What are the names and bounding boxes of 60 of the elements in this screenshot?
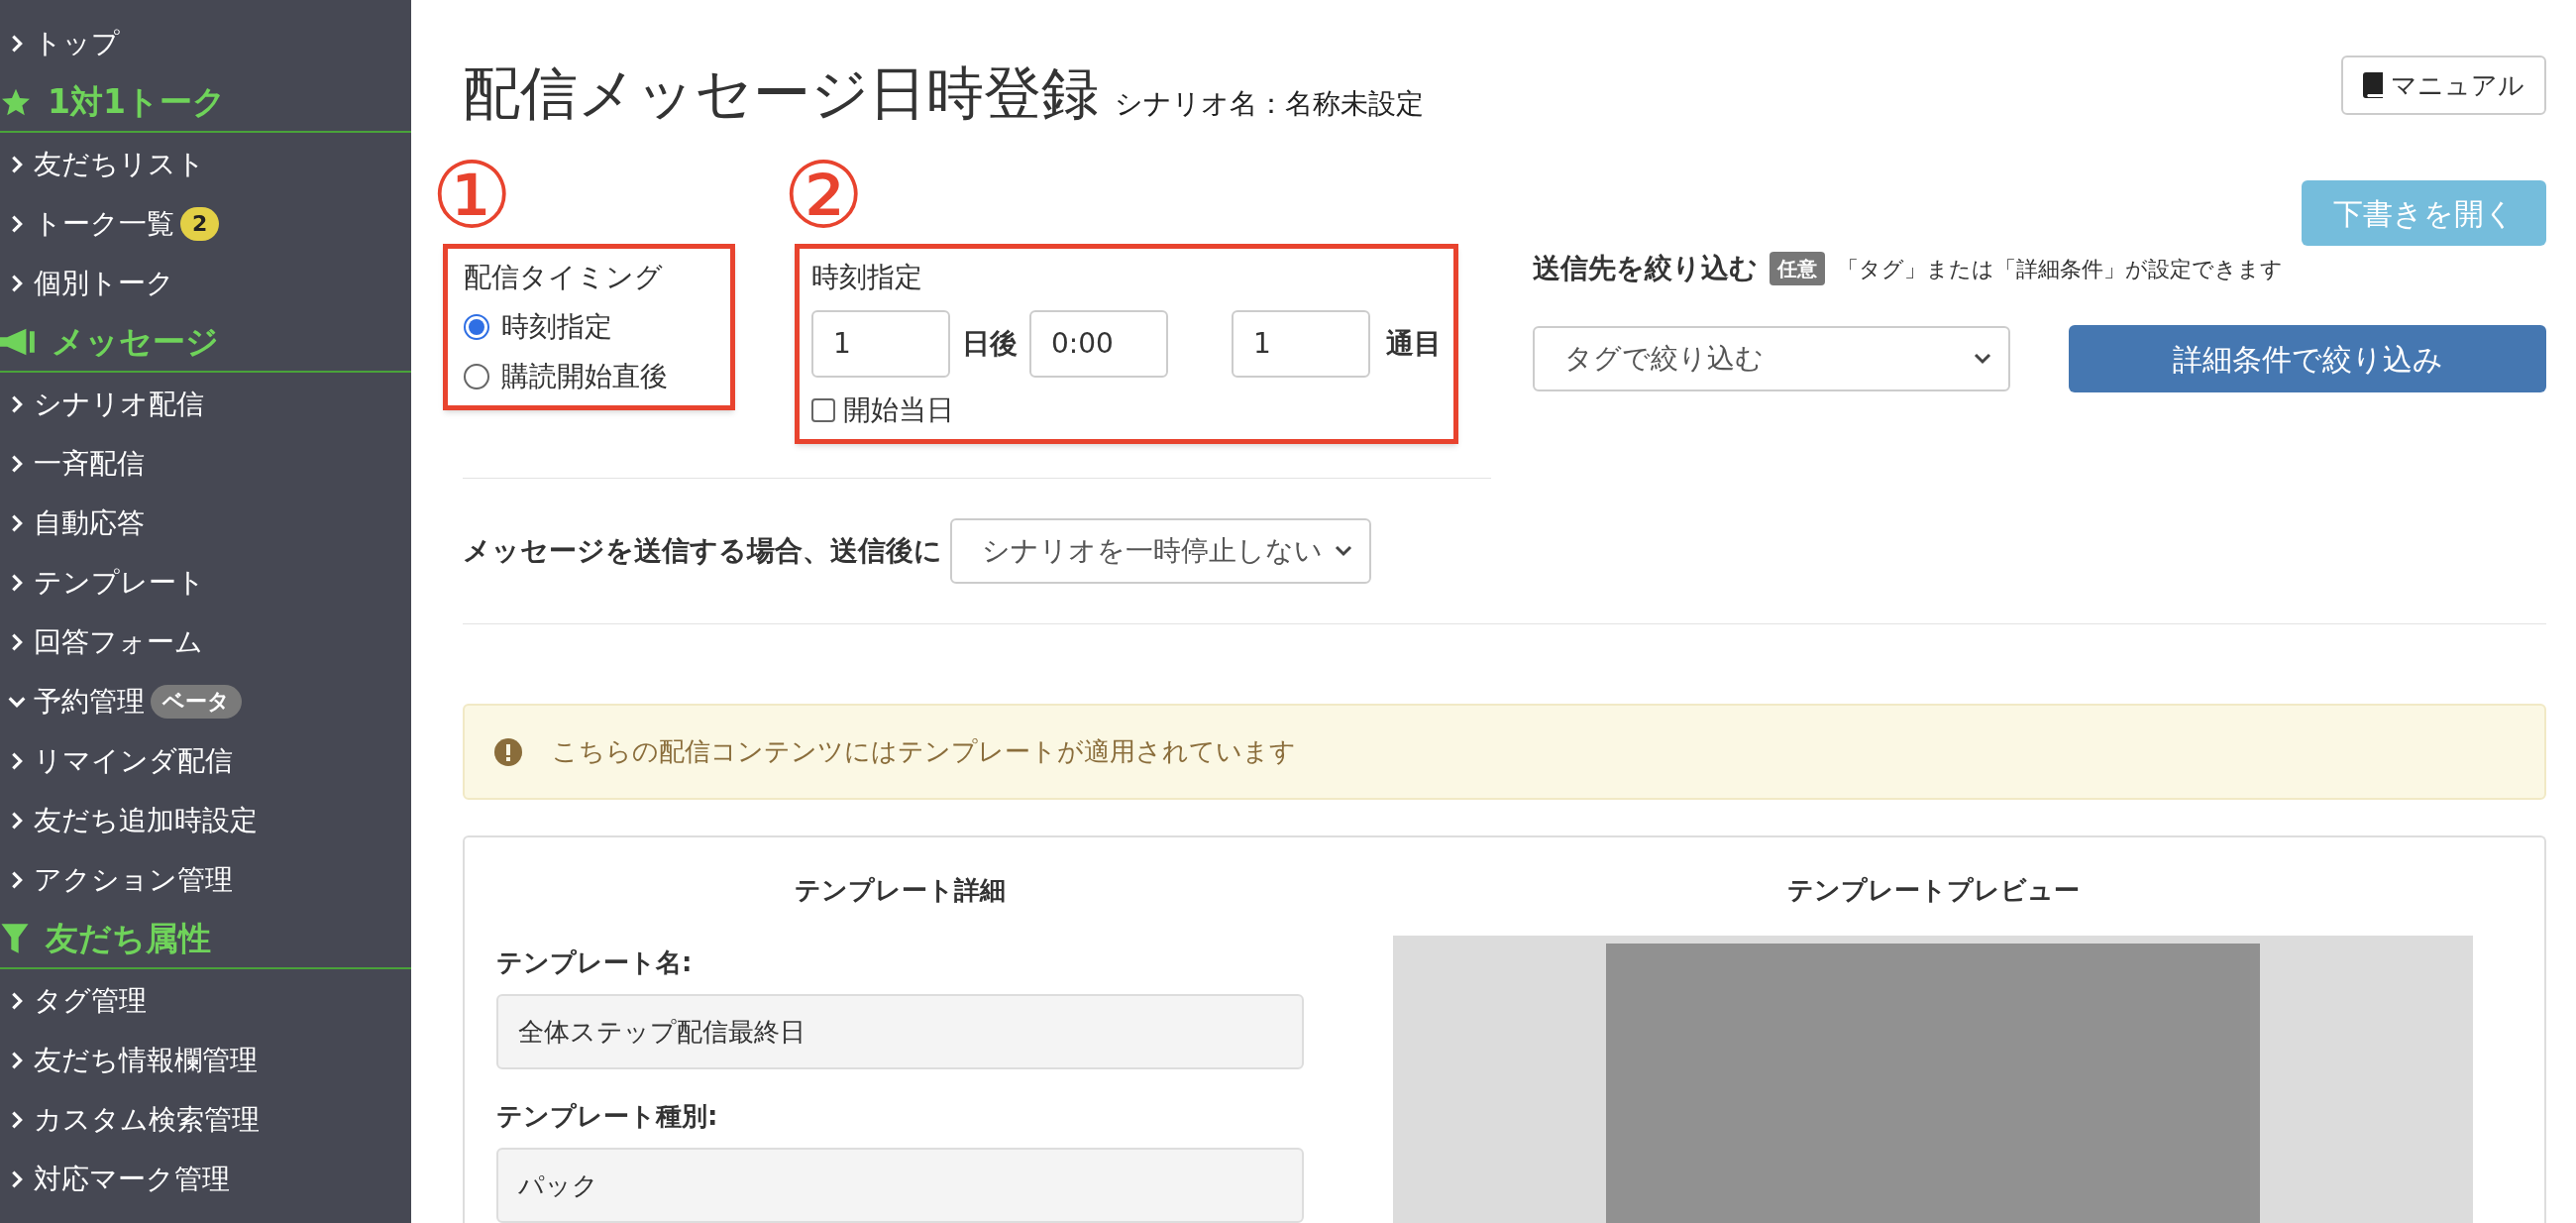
checkbox[interactable] xyxy=(811,398,835,422)
time-field[interactable]: 0:00 xyxy=(1029,310,1168,378)
detail-filter-button[interactable]: 詳細条件で絞り込み xyxy=(2069,325,2546,392)
radio-option[interactable]: 購読開始直後 xyxy=(464,356,714,397)
annotation-number: ② xyxy=(783,149,866,244)
sidebar-item[interactable]: トーク一覧 xyxy=(34,203,174,245)
radio-option[interactable]: 時刻指定 xyxy=(464,306,714,348)
sidebar-item[interactable]: 個別トーク xyxy=(34,263,174,304)
megaphone-icon xyxy=(0,327,36,357)
unit-label: 通目 xyxy=(1386,326,1442,362)
sidebar-item[interactable]: カスタム検索管理 xyxy=(34,1099,260,1141)
sidebar-item[interactable]: タグ管理 xyxy=(34,980,147,1022)
alert-text: こちらの配信コンテンツにはテンプレートが適用されています xyxy=(552,735,1296,768)
sidebar-item[interactable]: 対応マーク管理 xyxy=(34,1159,230,1200)
after-send-select[interactable]: シナリオを一時停止しない xyxy=(950,518,1371,584)
sidebar-item[interactable]: 友だちリスト xyxy=(34,144,205,185)
chevron-down-icon xyxy=(1973,352,1992,366)
unit-label: 日後 xyxy=(962,326,1018,362)
field-label: 送信先を絞り込む xyxy=(1533,251,1758,286)
sidebar-item[interactable]: アクション管理 xyxy=(34,859,233,901)
sidebar-item[interactable]: 回答フォーム xyxy=(34,621,203,663)
sidebar-item[interactable]: 自動応答 xyxy=(34,502,145,544)
tag-filter-select[interactable]: タグで絞り込む xyxy=(1533,326,2010,391)
sidebar-section-heading: 1対1トーク xyxy=(48,81,226,124)
field-label: 配信タイミング xyxy=(464,260,664,295)
sidebar-item[interactable]: トップ xyxy=(34,23,120,64)
sidebar-item[interactable]: リマインダ配信 xyxy=(34,740,233,782)
chevron-down-icon xyxy=(1334,544,1353,558)
sidebar-item[interactable]: 一斉配信 xyxy=(34,443,145,485)
page-title: 配信メッセージ日時登録 xyxy=(463,58,1099,129)
readonly-field: パック xyxy=(496,1148,1304,1223)
sidebar-item[interactable]: 友だち追加時設定 xyxy=(34,800,258,841)
days-field[interactable]: 1 xyxy=(811,310,950,378)
filter-icon xyxy=(0,923,30,954)
field-label: メッセージを送信する場合、送信後に xyxy=(463,533,942,569)
sidebar-item[interactable]: 友だち情報欄管理 xyxy=(34,1040,258,1081)
manual-button[interactable]: マニュアル xyxy=(2341,56,2546,115)
book-icon xyxy=(2363,72,2383,98)
sidebar-section-heading: 友だち属性 xyxy=(46,918,211,960)
sidebar-item[interactable]: テンプレート xyxy=(34,562,205,604)
radio-button[interactable] xyxy=(464,314,489,340)
sidebar-badge: ベータ xyxy=(151,685,242,719)
field-label: テンプレート名: xyxy=(496,946,694,979)
checkbox-option[interactable]: 開始当日 xyxy=(811,389,1442,431)
filter-hint: 「タグ」または「詳細条件」が設定できます xyxy=(1837,255,2283,283)
section-heading: テンプレート詳細 xyxy=(795,874,1006,907)
section-heading: テンプレートプレビュー xyxy=(1786,874,2080,907)
sidebar-section-heading: メッセージ xyxy=(52,321,219,364)
annotation-number: ① xyxy=(431,149,514,244)
field-label: テンプレート種別: xyxy=(496,1100,719,1133)
exclamation-icon xyxy=(494,737,522,766)
scenario-name: シナリオ名：名称未設定 xyxy=(1115,86,1424,122)
count-field[interactable]: 1 xyxy=(1232,310,1370,378)
field-label: 時刻指定 xyxy=(811,260,923,295)
readonly-field: 全体ステップ配信最終日 xyxy=(496,994,1304,1069)
radio-button[interactable] xyxy=(464,364,489,389)
sidebar-item[interactable]: シナリオ配信 xyxy=(34,384,204,425)
sidebar-badge: 2 xyxy=(180,207,220,241)
optional-badge: 任意 xyxy=(1770,252,1825,285)
sidebar-item[interactable]: 予約管理 xyxy=(34,681,145,723)
